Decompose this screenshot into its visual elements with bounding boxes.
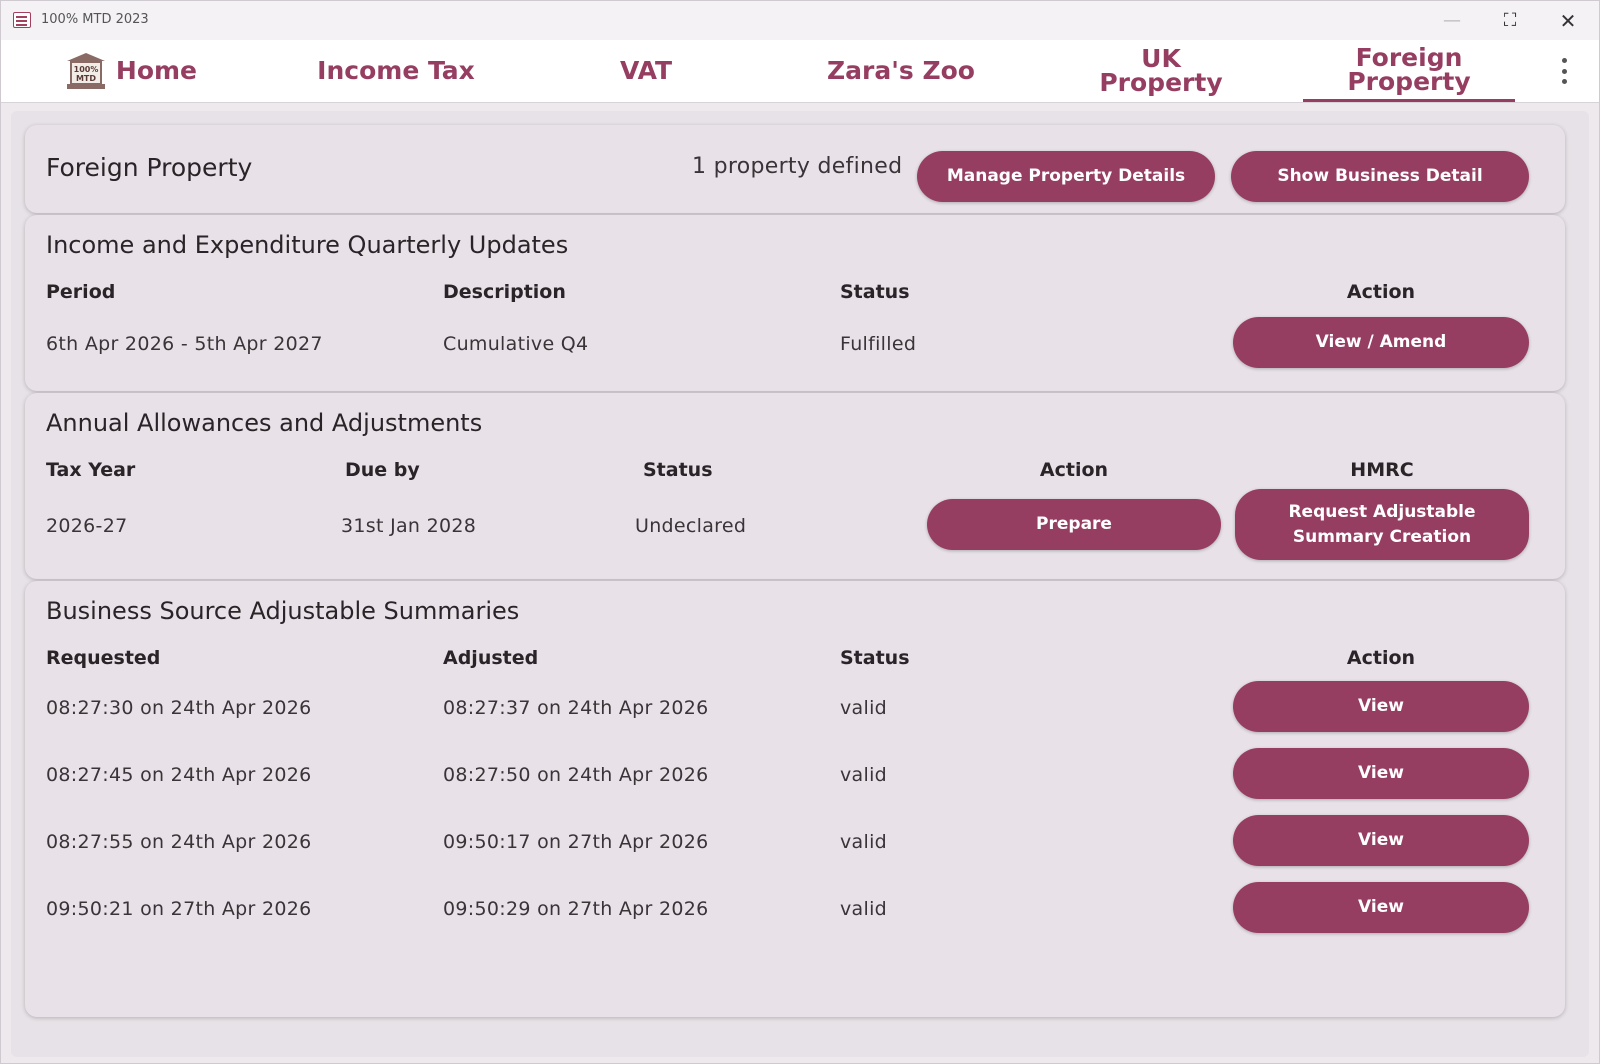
close-button[interactable]: ✕: [1545, 1, 1591, 40]
view-button[interactable]: View: [1233, 681, 1529, 732]
main-content: Foreign Property 1 property defined Mana…: [11, 111, 1589, 1057]
property-count: 1 property defined: [692, 154, 903, 179]
adjusted-cell: 09:50:29 on 27th Apr 2026: [443, 898, 709, 920]
maximize-button[interactable]: ⛶: [1487, 1, 1533, 40]
tab-home[interactable]: 100% MTD Home: [67, 40, 197, 102]
requested-cell: 08:27:30 on 24th Apr 2026: [46, 697, 312, 719]
property-header-card: Foreign Property 1 property defined Mana…: [25, 125, 1565, 213]
status-cell: valid: [840, 898, 888, 920]
tab-uk-property-label: UK Property: [1099, 44, 1223, 97]
request-adjustable-summary-button[interactable]: Request Adjustable Summary Creation: [1235, 489, 1529, 560]
column-header: Period: [46, 281, 116, 303]
building-icon: 100% MTD: [67, 53, 105, 89]
column-header: Description: [443, 281, 566, 303]
column-header: Tax Year: [46, 459, 136, 481]
prepare-button[interactable]: Prepare: [927, 499, 1221, 550]
quarterly-updates-card: Income and Expenditure Quarterly Updates…: [25, 215, 1565, 391]
status-cell: Fulfilled: [840, 333, 917, 355]
column-header: Action: [1039, 459, 1109, 481]
tab-vat-label: VAT: [619, 56, 673, 85]
status-cell: valid: [840, 764, 888, 786]
more-vert-icon[interactable]: [1559, 58, 1569, 84]
section-title: Business Source Adjustable Summaries: [46, 597, 520, 625]
section-title: Income and Expenditure Quarterly Updates: [46, 231, 569, 259]
page-title: Foreign Property: [46, 153, 253, 182]
tab-zaras-zoo[interactable]: Zara's Zoo: [821, 40, 981, 102]
status-cell: Undeclared: [635, 515, 747, 537]
view-button[interactable]: View: [1233, 815, 1529, 866]
status-cell: valid: [840, 697, 888, 719]
annual-allowances-card: Annual Allowances and Adjustments Tax Ye…: [25, 393, 1565, 579]
title-bar: 100% MTD 2023 — ⛶ ✕: [1, 1, 1599, 40]
request-button-line1: Request Adjustable: [1288, 501, 1476, 522]
column-header: Status: [643, 459, 713, 481]
request-button-line2: Summary Creation: [1292, 526, 1472, 547]
period-cell: 6th Apr 2026 - 5th Apr 2027: [46, 333, 323, 355]
requested-cell: 08:27:55 on 24th Apr 2026: [46, 831, 312, 853]
minimize-button[interactable]: —: [1429, 1, 1475, 40]
view-button[interactable]: View: [1233, 748, 1529, 799]
top-nav: 100% MTD Home Income Tax VAT Zara's Zoo …: [1, 40, 1599, 103]
tab-uk-property[interactable]: UK Property: [1076, 40, 1246, 102]
tab-zaras-zoo-label: Zara's Zoo: [827, 56, 975, 85]
column-header: Action: [1346, 281, 1416, 303]
tab-income-tax-label: Income Tax: [317, 56, 475, 85]
adjusted-cell: 08:27:50 on 24th Apr 2026: [443, 764, 709, 786]
app-window: 100% MTD 2023 — ⛶ ✕ 100% MTD Home Income…: [0, 0, 1600, 1064]
column-header: Due by: [345, 459, 420, 481]
column-header: Adjusted: [443, 647, 539, 669]
requested-cell: 09:50:21 on 27th Apr 2026: [46, 898, 312, 920]
tab-foreign-property[interactable]: Foreign Property: [1303, 40, 1515, 102]
due-by-cell: 31st Jan 2028: [341, 515, 477, 537]
tab-home-label: Home: [115, 56, 197, 85]
tax-year-cell: 2026-27: [46, 515, 128, 537]
show-business-detail-button[interactable]: Show Business Detail: [1231, 151, 1529, 202]
window-title: 100% MTD 2023: [41, 12, 149, 27]
requested-cell: 08:27:45 on 24th Apr 2026: [46, 764, 312, 786]
column-header: HMRC: [1350, 459, 1414, 481]
adjusted-cell: 08:27:37 on 24th Apr 2026: [443, 697, 709, 719]
column-header: Action: [1346, 647, 1416, 669]
manage-property-details-button[interactable]: Manage Property Details: [917, 151, 1215, 202]
tab-vat[interactable]: VAT: [591, 40, 701, 102]
tab-foreign-property-label: Foreign Property: [1347, 42, 1471, 96]
adjustable-summaries-card: Business Source Adjustable Summaries Req…: [25, 581, 1565, 1017]
column-header: Requested: [46, 647, 161, 669]
adjusted-cell: 09:50:17 on 27th Apr 2026: [443, 831, 709, 853]
view-button[interactable]: View: [1233, 882, 1529, 933]
column-header: Status: [840, 281, 910, 303]
app-icon: [13, 12, 31, 28]
column-header: Status: [840, 647, 910, 669]
tab-income-tax[interactable]: Income Tax: [301, 40, 491, 102]
status-cell: valid: [840, 831, 888, 853]
description-cell: Cumulative Q4: [443, 333, 589, 355]
section-title: Annual Allowances and Adjustments: [46, 409, 483, 437]
view-amend-button[interactable]: View / Amend: [1233, 317, 1529, 368]
